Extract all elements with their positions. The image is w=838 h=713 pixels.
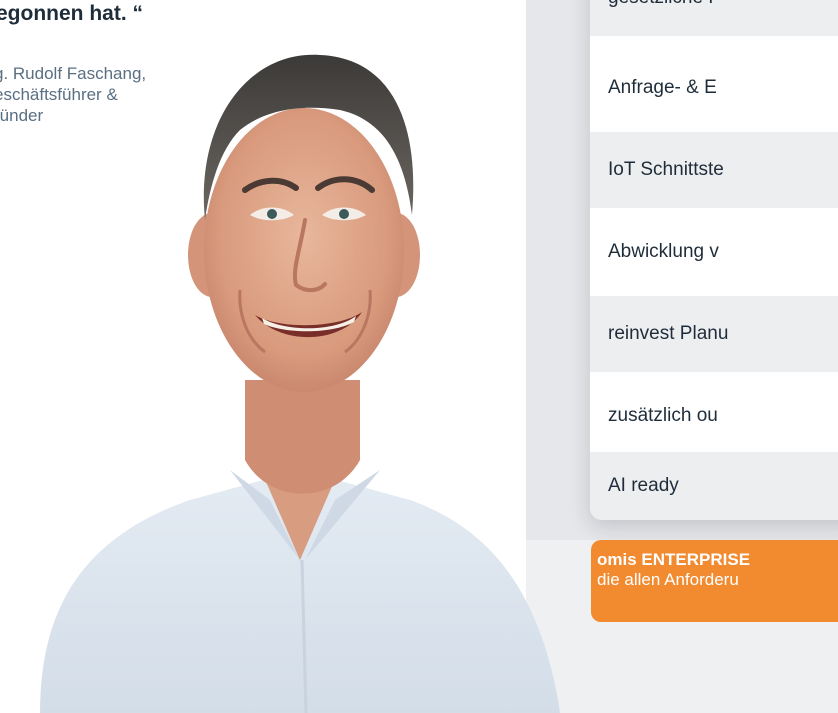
feature-item-label: reinvest Planu (608, 323, 729, 344)
feature-item-processing: Abwicklung v (590, 214, 838, 290)
feature-item-iot: IoT Schnittste (590, 132, 838, 208)
callout-text: die allen Anforderu (597, 570, 739, 589)
feature-item-label: AI ready (608, 475, 679, 496)
feature-item-inquiry: Anfrage- & E (590, 50, 838, 126)
quote-text: egonnen hat. “ (0, 2, 143, 25)
quote-attribution: g. Rudolf Faschang, eschäftsführer & rün… (0, 63, 244, 126)
feature-list-card: gesetzliche F Anfrage- & E IoT Schnittst… (590, 0, 838, 520)
feature-item-label: IoT Schnittste (608, 159, 724, 180)
attribution-role: eschäftsführer & (0, 85, 118, 104)
attribution-role-2: ründer (0, 106, 44, 125)
callout-title: omis ENTERPRISE (597, 550, 751, 569)
feature-item-ai-ready: AI ready (590, 452, 838, 520)
feature-item-additional: zusätzlich ou (590, 378, 838, 454)
attribution-name: g. Rudolf Faschang, (0, 64, 147, 83)
feature-item-label: gesetzliche F (608, 0, 720, 9)
feature-item-label: Abwicklung v (608, 241, 719, 262)
feature-item-label: Anfrage- & E (608, 77, 717, 98)
feature-item-reinvest: reinvest Planu (590, 296, 838, 372)
feature-item-label: zusätzlich ou (608, 405, 718, 426)
enterprise-callout: omis ENTERPRISE die allen Anforderu (591, 540, 838, 622)
feature-item-legal: gesetzliche F (590, 0, 838, 36)
